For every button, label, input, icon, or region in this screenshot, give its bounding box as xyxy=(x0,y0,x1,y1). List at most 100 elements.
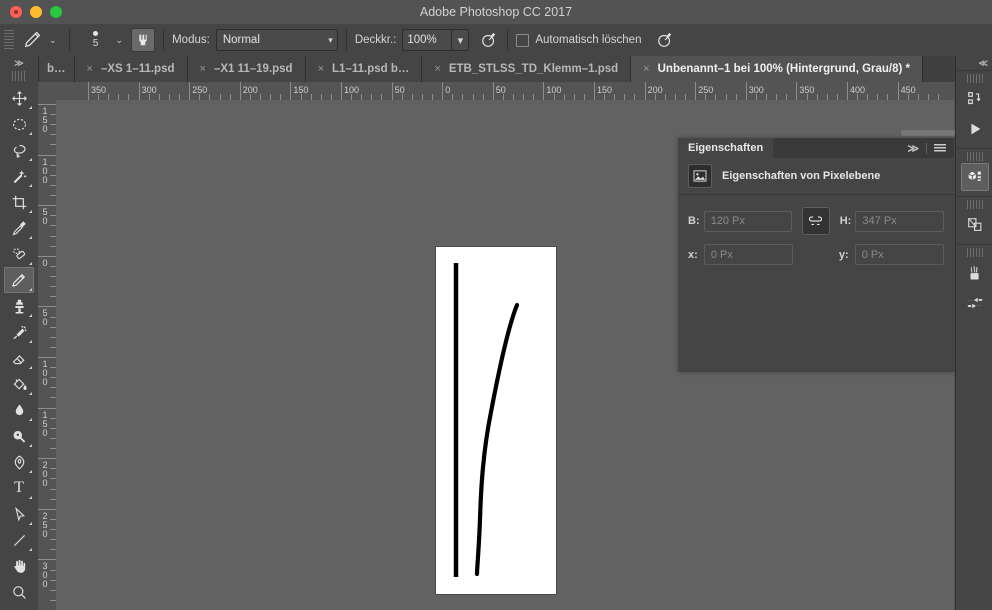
properties-panel-tab-row: Eigenschaften ≫ xyxy=(678,138,954,158)
close-icon[interactable]: × xyxy=(434,63,440,75)
brushes-icon[interactable] xyxy=(961,259,989,287)
x-field[interactable]: 0 Px xyxy=(703,244,794,265)
rail-group-grip[interactable] xyxy=(966,152,983,161)
close-icon[interactable]: × xyxy=(643,63,649,75)
opacity-input[interactable]: 100% xyxy=(402,29,453,51)
tools-panel-grip[interactable] xyxy=(12,71,26,81)
opacity-stepper-chevron-down-icon[interactable]: ▾ xyxy=(452,29,470,51)
ruler-major-tick xyxy=(492,82,494,100)
document-tab-4[interactable]: × ETB_STLSS_TD_Klemm–1.psd xyxy=(422,56,632,82)
rail-group-brushes xyxy=(956,244,992,322)
document-tab-2[interactable]: × –X1 11–19.psd xyxy=(187,56,306,82)
paint-bucket-tool[interactable] xyxy=(4,371,34,397)
blend-mode-select[interactable]: Normal ▾ xyxy=(215,29,338,51)
ruler-major-tick xyxy=(189,82,191,100)
panel-scrollbar[interactable] xyxy=(901,130,955,136)
height-label: H: xyxy=(839,215,852,227)
blur-tool[interactable] xyxy=(4,397,34,423)
close-icon[interactable]: × xyxy=(200,63,206,75)
vertical-ruler[interactable]: 150100500501001502002503003 xyxy=(38,100,57,610)
width-field[interactable]: 120 Px xyxy=(703,210,793,232)
close-icon[interactable]: × xyxy=(87,63,93,75)
line-tool[interactable] xyxy=(4,527,34,553)
checkbox-box[interactable] xyxy=(516,33,530,47)
ruler-major-tick xyxy=(38,255,56,257)
lasso-tool[interactable] xyxy=(4,137,34,163)
minimize-window-button[interactable] xyxy=(30,6,42,18)
magic-wand-tool[interactable] xyxy=(4,163,34,189)
ruler-label: 150 xyxy=(42,106,48,134)
pressure-size-icon[interactable] xyxy=(655,30,675,50)
pen-tool[interactable] xyxy=(4,449,34,475)
path-selection-tool[interactable] xyxy=(4,501,34,527)
tab-label: Unbenannt–1 bei 100% (Hintergrund, Grau/… xyxy=(657,63,911,75)
ruler-label: 250 xyxy=(42,510,48,539)
history-brush-tool[interactable] xyxy=(4,319,34,345)
crop-tool[interactable] xyxy=(4,189,34,215)
type-tool[interactable]: T xyxy=(4,475,34,501)
ruler-label: 50 xyxy=(394,85,405,95)
close-icon[interactable]: × xyxy=(318,63,324,75)
ruler-major-tick xyxy=(897,82,899,100)
tool-preset-chevron-down-icon[interactable]: ⌄ xyxy=(49,35,57,45)
ruler-major-tick xyxy=(239,82,241,100)
ruler-label: 50 xyxy=(42,207,48,227)
ruler-major-tick xyxy=(38,559,56,561)
hamburger-menu-icon[interactable] xyxy=(934,143,946,153)
tools-panel: ≫ T xyxy=(0,56,39,610)
eyedropper-tool[interactable] xyxy=(4,215,34,241)
rail-group-grip[interactable] xyxy=(966,248,983,257)
tab-label: b… xyxy=(47,63,66,75)
brush-size-picker[interactable]: 5 ⌄ xyxy=(78,24,132,56)
document-tab-5[interactable]: × Unbenannt–1 bei 100% (Hintergrund, Gra… xyxy=(631,56,924,82)
current-tool-preview[interactable]: ⌄ xyxy=(18,28,61,52)
ruler-major-tick xyxy=(38,508,56,510)
brush-chevron-down-icon[interactable]: ⌄ xyxy=(116,35,124,45)
y-field[interactable]: 0 Px xyxy=(854,244,944,265)
history-actions-icon[interactable] xyxy=(961,85,989,113)
tools-panel-collapse-button[interactable]: ≫ xyxy=(0,56,38,70)
tab-eigenschaften[interactable]: Eigenschaften xyxy=(678,138,774,158)
healing-brush-tool[interactable] xyxy=(4,241,34,267)
eraser-tool[interactable] xyxy=(4,345,34,371)
document-tab-1[interactable]: × –XS 1–11.psd xyxy=(74,56,188,82)
rail-group-grip[interactable] xyxy=(966,200,983,209)
document-tab-3[interactable]: × L1–11.psd b… xyxy=(305,56,423,82)
rail-collapse-button[interactable]: ≪ xyxy=(956,56,992,70)
properties-icon[interactable] xyxy=(960,163,989,191)
height-field[interactable]: 347 Px xyxy=(855,210,944,232)
horizontal-ruler[interactable]: 350 300 250 200 150 100 50 0 50 100 150 200 250 300 35… xyxy=(56,82,954,101)
auto-erase-checkbox[interactable]: Automatisch löschen xyxy=(516,33,647,47)
ruler-major-tick xyxy=(38,458,56,460)
brush-panel-icon[interactable] xyxy=(131,28,156,52)
layer-comps-icon[interactable] xyxy=(961,211,989,239)
link-chain-icon[interactable] xyxy=(802,207,830,235)
photoshop-window: Adobe Photoshop CC 2017 ⌄ 5 ⌄ Modus: Nor… xyxy=(0,0,992,610)
dodge-tool[interactable] xyxy=(4,423,34,449)
zoom-tool[interactable] xyxy=(4,579,34,605)
panel-dock-rail: ≪ xyxy=(955,56,992,610)
close-window-button[interactable] xyxy=(10,6,22,18)
ruler-major-tick xyxy=(543,82,545,100)
document-canvas[interactable] xyxy=(436,247,556,594)
hand-tool[interactable] xyxy=(4,553,34,579)
ruler-major-tick xyxy=(38,104,56,105)
tab-label: ETB_STLSS_TD_Klemm–1.psd xyxy=(448,63,619,75)
app-title: Adobe Photoshop CC 2017 xyxy=(419,5,573,19)
ruler-label: 100 xyxy=(42,156,48,185)
panel-overflow-button[interactable]: ≫ xyxy=(907,142,919,155)
document-tab-0[interactable]: b… xyxy=(39,56,75,82)
clone-stamp-tool[interactable] xyxy=(4,293,34,319)
options-bar-grip[interactable] xyxy=(4,30,14,50)
elliptical-marquee-tool[interactable] xyxy=(4,111,34,137)
maximize-window-button[interactable] xyxy=(50,6,62,18)
move-tool[interactable] xyxy=(4,85,34,111)
ruler-major-tick xyxy=(38,205,56,207)
pressure-opacity-icon[interactable] xyxy=(479,30,499,50)
opacity-control[interactable]: 100% ▾ xyxy=(402,29,470,51)
pencil-tool[interactable] xyxy=(4,267,34,293)
brush-settings-icon[interactable] xyxy=(961,289,989,317)
rail-group-grip[interactable] xyxy=(966,74,983,83)
play-action-icon[interactable] xyxy=(961,115,989,143)
ruler-major-tick xyxy=(745,82,747,100)
